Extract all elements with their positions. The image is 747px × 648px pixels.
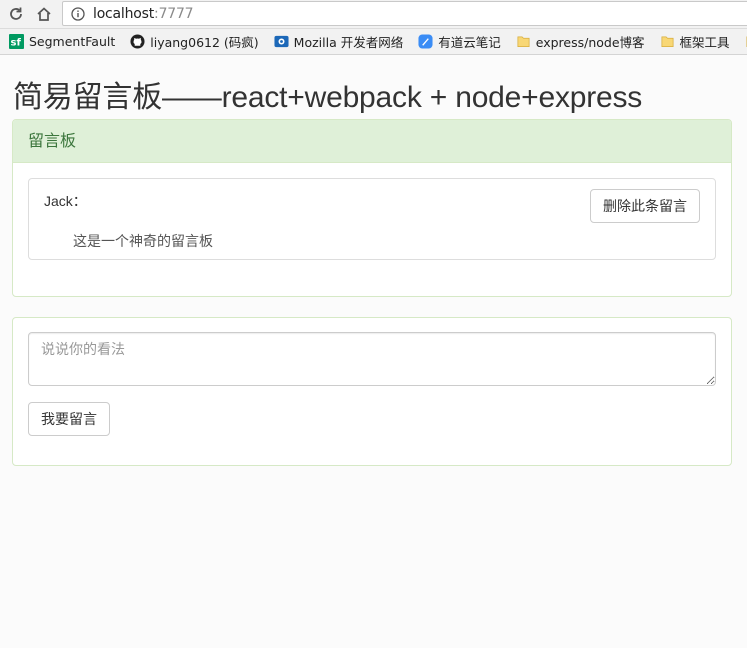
segmentfault-icon: sf [9,34,24,49]
comment-item: Jack： 删除此条留言 这是一个神奇的留言板 [28,178,716,260]
url-text: localhost:7777 [93,5,194,22]
folder-icon [516,34,531,49]
youdao-icon [418,34,433,49]
reload-icon [10,7,22,20]
bookmark-segmentfault[interactable]: sf SegmentFault [0,31,121,53]
comment-form-panel: 我要留言 [12,317,732,466]
comment-input[interactable] [28,332,716,386]
bookmark-label: 框架工具 [679,35,730,50]
reload-button[interactable] [6,4,26,24]
bookmark-folder-blog[interactable]: 博客 [736,31,747,53]
bookmark-mozilla[interactable]: Mozilla 开发者网络 [265,31,410,53]
mozilla-icon [274,34,289,49]
bookmark-github[interactable]: liyang0612 (码疯) [121,31,264,53]
bookmark-label: 有道云笔记 [438,35,501,50]
bookmark-label: SegmentFault [29,34,116,49]
address-bar[interactable]: localhost:7777 [62,1,747,26]
url-host: localhost [93,5,155,22]
bookmark-label: Mozilla 开发者网络 [293,35,404,50]
home-icon [37,7,51,21]
home-button[interactable] [34,4,54,24]
comment-text: 这是一个神奇的留言板 [73,233,213,249]
bookmarks-bar: sf SegmentFault liyang0612 (码疯) Mozilla … [0,29,747,55]
panel-heading: 留言板 [13,120,731,163]
page-title: 简易留言板——react+webpack + node+express [13,81,643,114]
submit-comment-button[interactable]: 我要留言 [28,402,110,436]
bookmark-label: express/node博客 [535,35,645,50]
info-icon[interactable] [71,6,85,21]
browser-toolbar: localhost:7777 [0,0,747,29]
folder-icon [660,34,675,49]
svg-text:sf: sf [11,38,22,49]
url-port: :7777 [154,5,194,22]
message-board-panel: 留言板 Jack： 删除此条留言 这是一个神奇的留言板 [12,119,732,297]
bookmark-folder-express[interactable]: express/node博客 [507,31,651,53]
bookmark-label: liyang0612 (码疯) [150,35,259,50]
comment-author: Jack： [44,193,87,209]
delete-comment-button[interactable]: 删除此条留言 [590,189,700,223]
github-icon [130,34,145,49]
bookmark-folder-frameworks[interactable]: 框架工具 [651,31,736,53]
bookmark-youdao[interactable]: 有道云笔记 [409,31,507,53]
